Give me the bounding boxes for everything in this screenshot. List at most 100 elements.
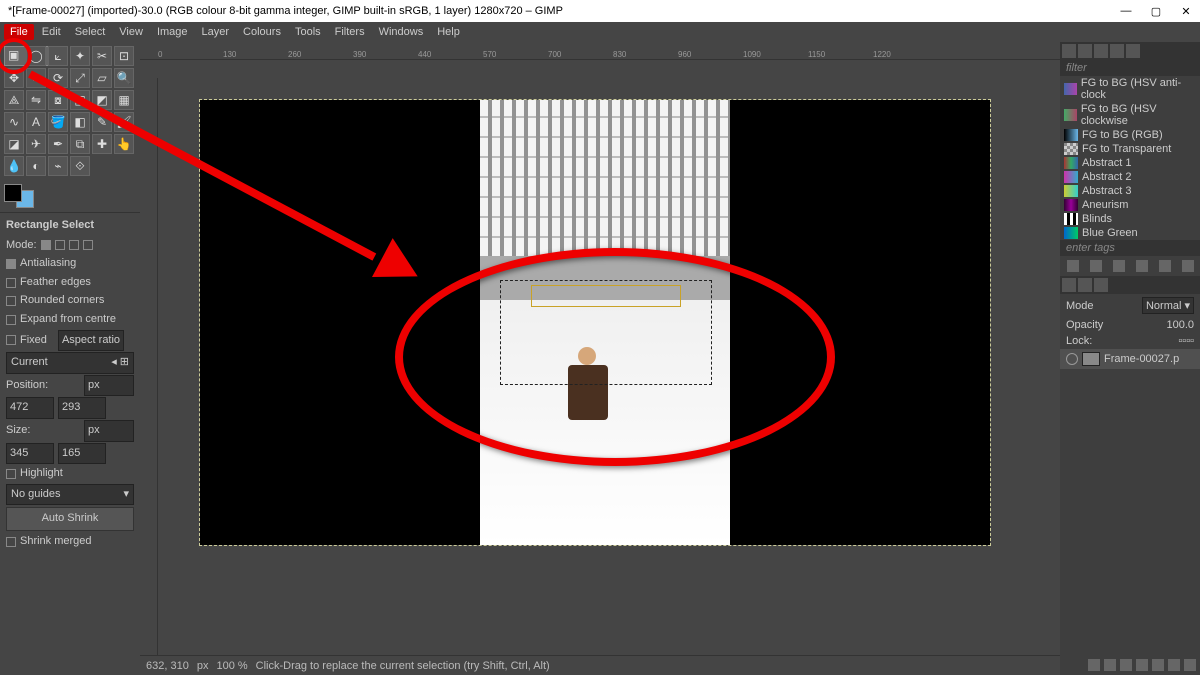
size-h-input[interactable]: 165 [58,443,106,465]
auto-shrink-button[interactable]: Auto Shrink [6,507,134,531]
crop-tool[interactable]: ⊡ [114,46,134,66]
image-canvas[interactable] [200,100,990,545]
position-y-input[interactable]: 293 [58,397,106,419]
gradient-item[interactable]: Abstract 1 [1060,156,1200,170]
lock-icons[interactable]: ▫▫▫▫ [1178,335,1194,347]
tab-icon[interactable] [1110,44,1124,58]
flip-tool[interactable]: ⇋ [26,90,46,110]
size-unit[interactable]: px [84,420,134,442]
menu-image[interactable]: Image [151,24,194,40]
gradient-item[interactable]: Blue Green [1060,226,1200,240]
layers-tab-icon[interactable] [1062,278,1076,292]
blur-tool[interactable]: 💧 [4,156,24,176]
ink-tool[interactable]: ✒ [48,134,68,154]
antialiasing-check[interactable] [6,259,16,269]
menu-filters[interactable]: Filters [329,24,371,40]
lower-icon[interactable] [1136,659,1148,671]
gradient-item[interactable]: FG to BG (HSV anti-clock [1060,76,1200,102]
close-button[interactable]: ✕ [1180,5,1192,18]
tab-icon[interactable] [1078,44,1092,58]
align-tool[interactable]: ≡ [26,68,46,88]
text-tool[interactable]: A [26,112,46,132]
rotate-tool[interactable]: ⟳ [48,68,68,88]
new-layer-icon[interactable] [1088,659,1100,671]
minimize-button[interactable]: — [1120,5,1132,18]
gradient-item[interactable]: Aneurism [1060,198,1200,212]
color-picker-tool[interactable]: ⟐ [70,156,90,176]
duplicate-icon[interactable] [1113,260,1125,272]
perspective-tool[interactable]: ⧇ [48,90,68,110]
color-swatch[interactable] [0,180,140,212]
menu-select[interactable]: Select [69,24,112,40]
path-tool[interactable]: ⌁ [48,156,68,176]
cage-tool[interactable]: ▦ [114,90,134,110]
smudge-tool[interactable]: 👆 [114,134,134,154]
menu-tools[interactable]: Tools [289,24,327,40]
warp-tool[interactable]: ∿ [4,112,24,132]
blend-mode-select[interactable]: Normal ▾ [1142,297,1194,314]
fixed-kind-select[interactable]: Aspect ratio [58,330,124,352]
menu-edit[interactable]: Edit [36,24,67,40]
raise-icon[interactable] [1120,659,1132,671]
mode-intersect[interactable] [83,240,93,250]
menu-layer[interactable]: Layer [196,24,236,40]
mode-add[interactable] [55,240,65,250]
unified-transform-tool[interactable]: ◫ [70,90,90,110]
gradient-item[interactable]: FG to BG (HSV clockwise [1060,102,1200,128]
move-tool[interactable]: ✥ [4,68,24,88]
position-x-input[interactable]: 472 [6,397,54,419]
clone-tool[interactable]: ⧉ [70,134,90,154]
group-icon[interactable] [1104,659,1116,671]
tags-input[interactable]: enter tags [1060,240,1200,256]
feather-check[interactable] [6,278,16,288]
heal-tool[interactable]: ✚ [92,134,112,154]
refresh-icon[interactable] [1159,260,1171,272]
paths-tab-icon[interactable] [1094,278,1108,292]
current-dropdown[interactable]: Current◂ ⊞ [6,352,134,374]
airbrush-tool[interactable]: ✈ [26,134,46,154]
eraser-tool[interactable]: ◪ [4,134,24,154]
opacity-value[interactable]: 100.0 [1166,319,1194,331]
gradient-tool[interactable]: ◧ [70,112,90,132]
status-unit[interactable]: px [197,660,209,672]
layer-row[interactable]: Frame-00027.p [1060,349,1200,369]
menu-icon[interactable] [1182,260,1194,272]
channels-tab-icon[interactable] [1078,278,1092,292]
delete-layer-icon[interactable] [1184,659,1196,671]
size-w-input[interactable]: 345 [6,443,54,465]
bucket-fill-tool[interactable]: 🪣 [48,112,68,132]
layer-name[interactable]: Frame-00027.p [1104,353,1179,365]
fixed-check[interactable] [6,335,16,345]
new-icon[interactable] [1090,260,1102,272]
gradient-item[interactable]: Blinds [1060,212,1200,226]
ellipse-select-tool[interactable]: ◯ [26,46,46,66]
mode-replace[interactable] [41,240,51,250]
gradient-filter[interactable]: filter [1060,60,1200,76]
status-zoom[interactable]: 100 % [216,660,247,672]
menu-help[interactable]: Help [431,24,466,40]
paintbrush-tool[interactable]: 🖌 [114,112,134,132]
menu-colours[interactable]: Colours [237,24,287,40]
delete-icon[interactable] [1136,260,1148,272]
tab-icon[interactable] [1126,44,1140,58]
guides-dropdown[interactable]: No guides▾ [6,484,134,506]
gradient-item[interactable]: Abstract 2 [1060,170,1200,184]
duplicate-layer-icon[interactable] [1152,659,1164,671]
zoom-tool[interactable]: 🔍 [114,68,134,88]
gradient-item[interactable]: FG to Transparent [1060,142,1200,156]
dodge-tool[interactable]: ◐ [26,156,46,176]
shear-tool[interactable]: ▱ [92,68,112,88]
fuzzy-select-tool[interactable]: ✦ [70,46,90,66]
highlight-check[interactable] [6,469,16,479]
tab-icon[interactable] [1062,44,1076,58]
pencil-tool[interactable]: ✎ [92,112,112,132]
maximize-button[interactable]: ▢ [1150,5,1162,18]
edit-icon[interactable] [1067,260,1079,272]
position-unit[interactable]: px [84,375,134,397]
handle-transform-tool[interactable]: ◩ [92,90,112,110]
selection-marquee[interactable] [500,280,712,385]
merge-icon[interactable] [1168,659,1180,671]
gradient-item[interactable]: Abstract 3 [1060,184,1200,198]
mode-subtract[interactable] [69,240,79,250]
visibility-icon[interactable] [1066,353,1078,365]
